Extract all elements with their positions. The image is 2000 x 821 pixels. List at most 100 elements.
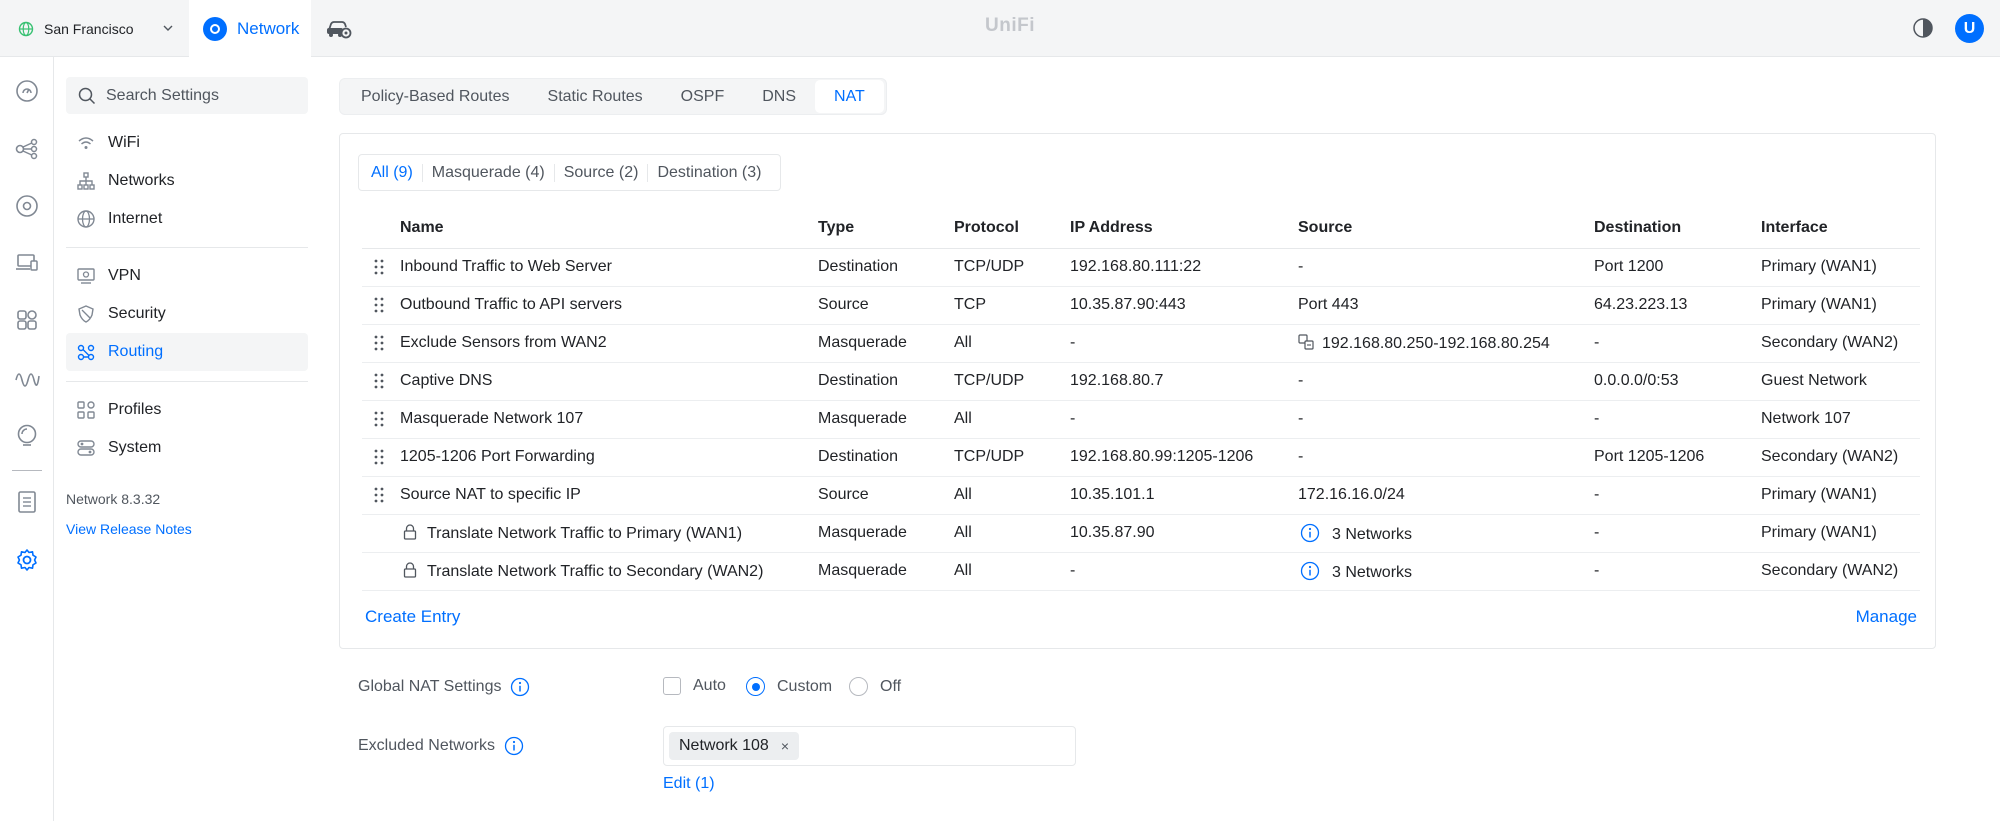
cell-ip-address: - <box>1070 552 1298 591</box>
drag-handle-icon[interactable] <box>373 334 385 352</box>
cell-ip-address: 10.35.87.90 <box>1070 514 1298 553</box>
cell-name: Captive DNS <box>400 362 818 401</box>
topology-icon[interactable] <box>13 135 41 163</box>
tab-static-routes[interactable]: Static Routes <box>529 80 662 113</box>
apps-icon[interactable] <box>13 306 41 334</box>
theme-toggle-icon[interactable] <box>1912 17 1934 39</box>
tab-ospf[interactable]: OSPF <box>662 80 744 113</box>
system-log-icon[interactable] <box>13 488 41 516</box>
cell-type: Masquerade <box>818 552 954 591</box>
sidebar-item-label: Profiles <box>108 401 162 418</box>
column-header-source[interactable]: Source <box>1298 208 1594 249</box>
filter-all[interactable]: All (9) <box>369 164 422 182</box>
sidebar-item-vpn[interactable]: VPN <box>66 257 308 295</box>
site-selector[interactable]: San Francisco <box>0 0 189 57</box>
filter-destination[interactable]: Destination (3) <box>648 164 770 182</box>
drag-handle-icon[interactable] <box>373 486 385 504</box>
sidebar-item-security[interactable]: Security <box>66 295 308 333</box>
sidebar-item-routing[interactable]: Routing <box>66 333 308 371</box>
drag-handle-icon[interactable] <box>373 296 385 314</box>
shield-icon <box>76 304 96 324</box>
app-name: Network <box>237 18 300 38</box>
sidebar-item-networks[interactable]: Networks <box>66 162 308 200</box>
nat-option-off[interactable]: Off <box>849 677 901 696</box>
cell-source: - <box>1298 400 1594 439</box>
off-label: Off <box>880 677 902 695</box>
custom-radio[interactable] <box>746 677 765 696</box>
tab-dns[interactable]: DNS <box>743 80 815 113</box>
cell-name: Exclude Sensors from WAN2 <box>400 324 818 363</box>
cell-destination: 0.0.0.0/0:53 <box>1594 362 1761 401</box>
table-row[interactable]: Exclude Sensors from WAN2 Masquerade All… <box>362 324 1920 363</box>
network-app-icon <box>203 16 227 41</box>
network-app-tab[interactable]: Network <box>189 0 311 57</box>
table-row[interactable]: Outbound Traffic to API servers Source T… <box>362 286 1920 325</box>
edit-excluded-networks-link[interactable]: Edit (1) <box>663 775 715 793</box>
search-input[interactable] <box>106 86 286 105</box>
table-row[interactable]: Masquerade Network 107 Masquerade All - … <box>362 400 1920 439</box>
nat-type-filter: All (9) Masquerade (4) Source (2) Destin… <box>358 154 782 191</box>
tab-policy-based-routes[interactable]: Policy-Based Routes <box>342 80 529 113</box>
drag-handle-icon[interactable] <box>373 372 385 390</box>
tab-nat[interactable]: NAT <box>815 80 884 113</box>
cell-destination: - <box>1594 552 1761 591</box>
column-handle <box>362 208 400 249</box>
column-header-name[interactable]: Name <box>400 208 818 249</box>
sidebar-item-profiles[interactable]: Profiles <box>66 391 308 429</box>
column-header-protocol[interactable]: Protocol <box>954 208 1070 249</box>
sidebar-item-internet[interactable]: Internet <box>66 200 308 238</box>
filter-source[interactable]: Source (2) <box>555 164 648 182</box>
settings-icon[interactable] <box>13 546 41 574</box>
off-radio[interactable] <box>849 677 868 696</box>
sidebar-item-label: System <box>108 439 162 456</box>
info-icon[interactable] <box>1300 561 1320 581</box>
release-notes-link[interactable]: View Release Notes <box>66 521 192 537</box>
excluded-networks-field[interactable]: Network 108 × <box>663 726 1076 766</box>
info-icon[interactable] <box>1300 523 1320 543</box>
cell-destination: - <box>1594 476 1761 515</box>
cell-ip-address: 192.168.80.111:22 <box>1070 248 1298 287</box>
info-icon[interactable] <box>510 677 530 697</box>
cell-type: Destination <box>818 248 954 287</box>
insights-icon[interactable] <box>13 363 41 391</box>
chevron-down-icon[interactable] <box>161 21 175 35</box>
cell-interface: Primary (WAN1) <box>1761 286 1920 325</box>
network-chip: Network 108 × <box>669 732 800 760</box>
column-header-type[interactable]: Type <box>818 208 954 249</box>
column-header-interface[interactable]: Interface <box>1761 208 1920 249</box>
radar-icon[interactable] <box>13 421 41 449</box>
cell-ip-address: 192.168.80.99:1205-1206 <box>1070 438 1298 477</box>
column-header-destination[interactable]: Destination <box>1594 208 1761 249</box>
sidebar-item-system[interactable]: System <box>66 429 308 467</box>
sidebar-item-label: VPN <box>108 267 141 284</box>
table-row[interactable]: 1205-1206 Port Forwarding Destination TC… <box>362 438 1920 477</box>
drag-handle-icon[interactable] <box>373 410 385 428</box>
user-avatar[interactable]: U <box>1955 14 1984 43</box>
cell-ip-address: - <box>1070 400 1298 439</box>
cell-protocol: All <box>954 514 1070 553</box>
cell-protocol: All <box>954 476 1070 515</box>
table-row[interactable]: Source NAT to specific IP Source All 10.… <box>362 476 1920 515</box>
vpn-icon <box>76 266 96 286</box>
drag-handle-icon[interactable] <box>373 258 385 276</box>
filter-masquerade[interactable]: Masquerade (4) <box>423 164 554 182</box>
sidebar-item-wifi[interactable]: WiFi <box>66 124 308 162</box>
drag-handle-icon[interactable] <box>373 448 385 466</box>
unifi-devices-icon[interactable] <box>13 192 41 220</box>
chip-remove-button[interactable]: × <box>781 738 789 754</box>
client-devices-icon[interactable] <box>13 249 41 277</box>
nat-option-auto[interactable]: Auto <box>663 677 726 695</box>
manage-button[interactable]: Manage <box>1856 607 1917 627</box>
table-row[interactable]: Inbound Traffic to Web Server Destinatio… <box>362 248 1920 287</box>
create-entry-button[interactable]: Create Entry <box>365 607 460 627</box>
column-header-ip-address[interactable]: IP Address <box>1070 208 1298 249</box>
car-gear-icon[interactable] <box>325 16 353 40</box>
dashboard-icon[interactable] <box>13 77 41 105</box>
table-row[interactable]: Translate Network Traffic to Secondary (… <box>362 552 1920 591</box>
auto-checkbox[interactable] <box>663 677 681 695</box>
info-icon[interactable] <box>504 736 524 756</box>
nat-option-custom[interactable]: Custom <box>746 677 832 696</box>
search-box[interactable] <box>66 77 308 114</box>
table-row[interactable]: Translate Network Traffic to Primary (WA… <box>362 514 1920 553</box>
table-row[interactable]: Captive DNS Destination TCP/UDP 192.168.… <box>362 362 1920 401</box>
